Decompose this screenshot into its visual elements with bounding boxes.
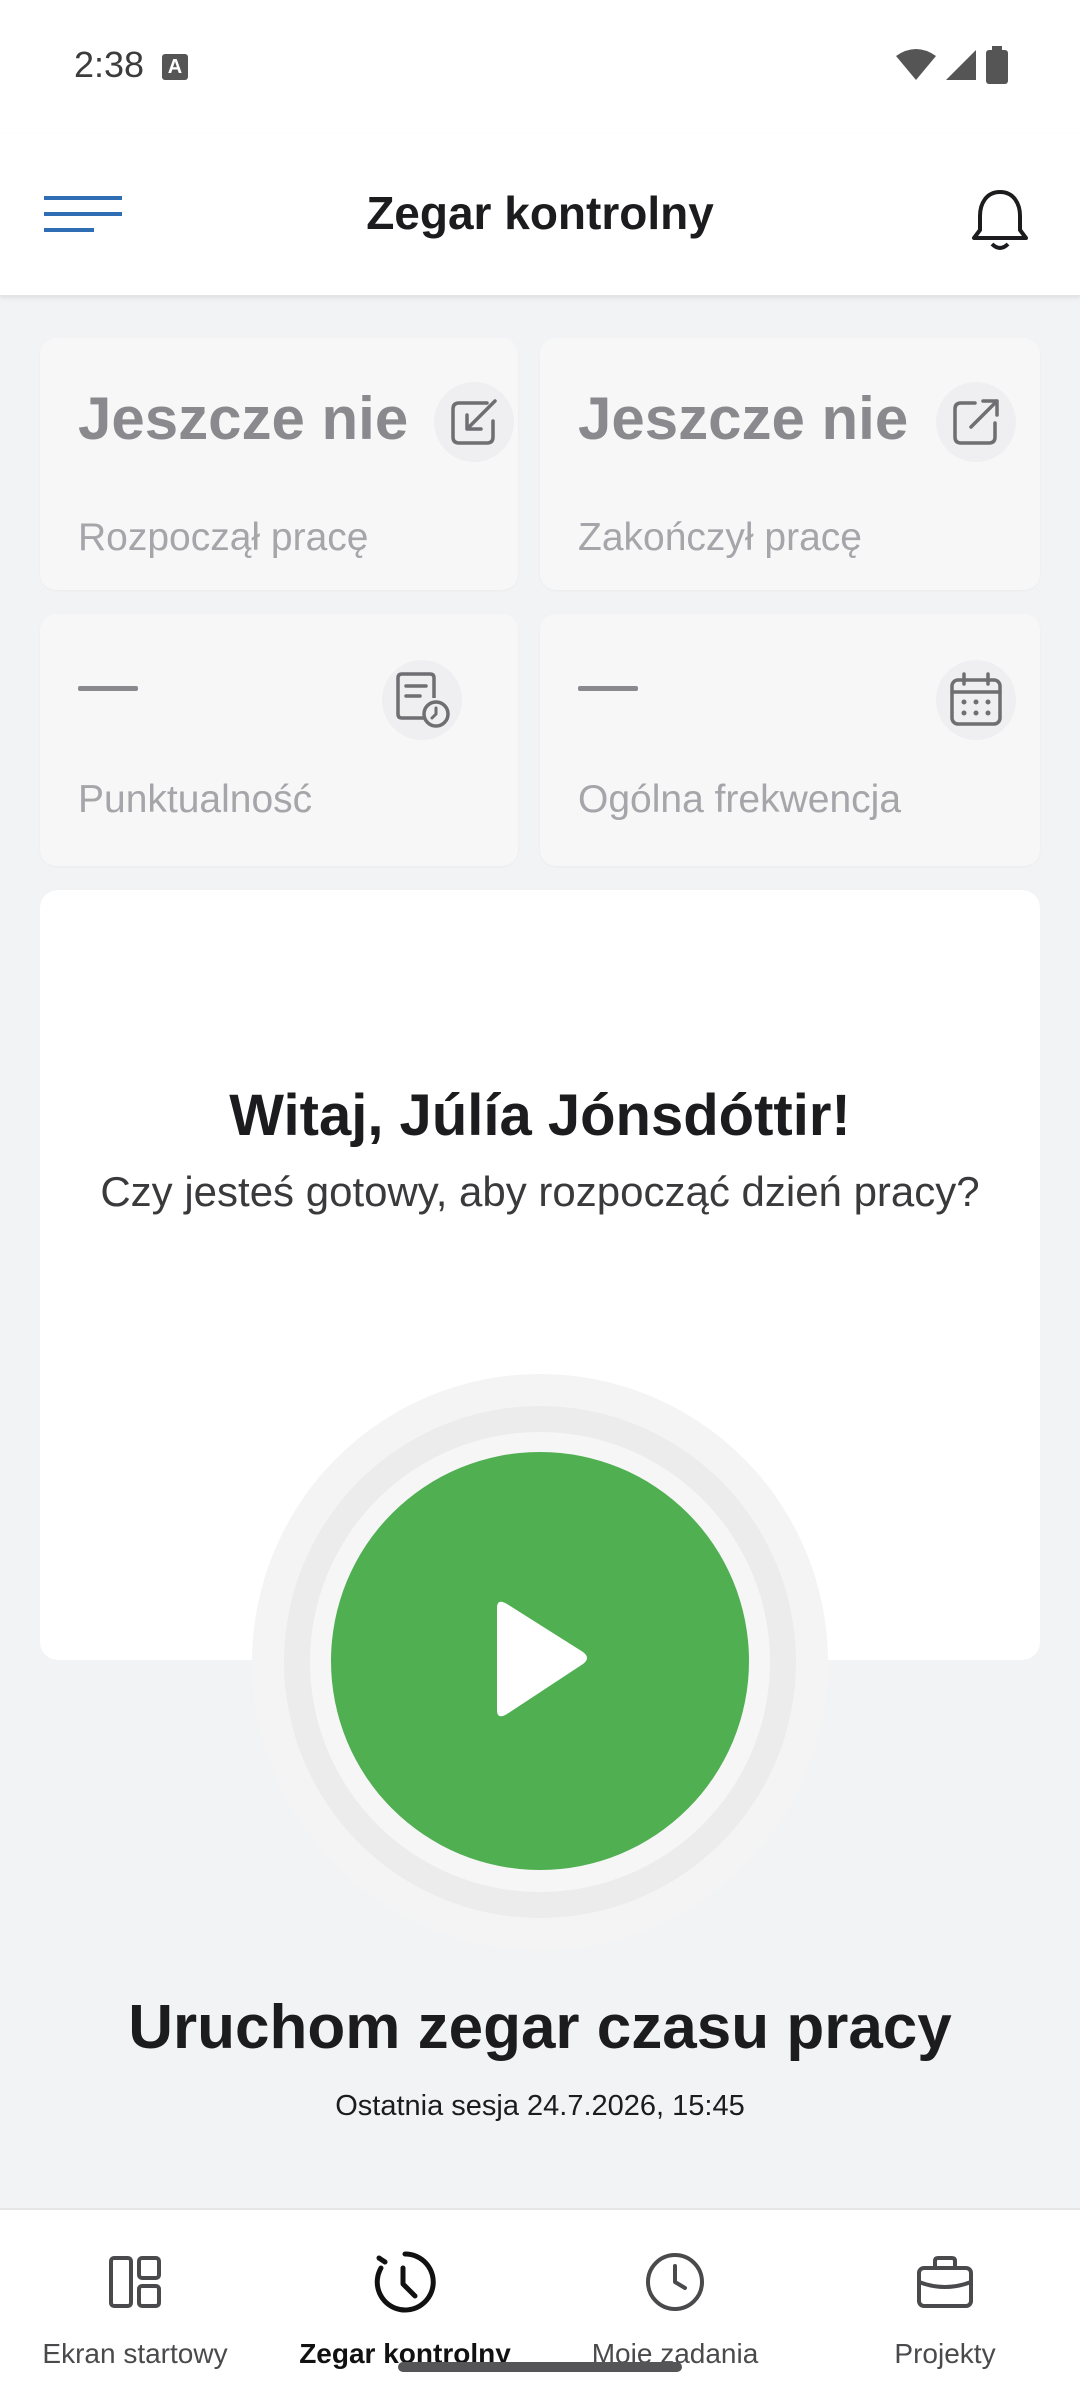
stat-label: Punktualność	[78, 778, 313, 821]
status-bar: 2:38 A	[0, 0, 1080, 134]
notification-icon: A	[162, 54, 188, 80]
stat-value	[78, 686, 138, 691]
start-clock-button[interactable]	[331, 1452, 749, 1870]
nav-label: Ekran startowy	[42, 2338, 228, 2369]
welcome-title: Witaj, Júlía Jónsdóttir!	[229, 1083, 851, 1148]
page-title: Zegar kontrolny	[366, 187, 714, 239]
signal-icon	[946, 50, 976, 80]
last-session-text: Ostatnia sesja 24.7.2026, 15:45	[335, 2090, 745, 2122]
document-clock-icon	[382, 660, 462, 740]
nav-item-projects[interactable]: Projekty	[810, 2210, 1080, 2400]
stat-label: Ogólna frekwencja	[578, 778, 902, 821]
clock-icon	[374, 2251, 436, 2313]
app-bar: Zegar kontrolny	[0, 134, 1080, 296]
status-icons	[896, 46, 1008, 84]
arrow-up-right-box-icon	[936, 382, 1016, 462]
stat-label: Rozpoczął pracę	[78, 516, 369, 559]
stat-label: Zakończył pracę	[578, 516, 862, 559]
stat-card-ended: Jeszcze nie Zakończył pracę	[540, 338, 1040, 590]
clock-outline-icon	[646, 2253, 704, 2311]
home-indicator[interactable]	[398, 2362, 682, 2372]
dashboard-icon	[109, 2256, 161, 2308]
bell-icon	[972, 190, 1028, 250]
nav-label: Projekty	[894, 2338, 996, 2369]
stat-card-punctuality: Punktualność	[40, 614, 518, 866]
battery-icon	[986, 46, 1008, 84]
stat-value: Jeszcze nie	[578, 385, 909, 452]
stat-card-attendance: Ogólna frekwencja	[540, 614, 1040, 866]
arrow-down-left-box-icon	[434, 382, 514, 462]
wifi-icon	[896, 49, 936, 80]
stat-card-started: Jeszcze nie Rozpoczął pracę	[40, 338, 518, 590]
notifications-button[interactable]	[968, 184, 1032, 254]
play-icon	[497, 1601, 587, 1717]
calendar-icon	[936, 660, 1016, 740]
nav-item-home[interactable]: Ekran startowy	[0, 2210, 270, 2400]
status-time: 2:38	[74, 44, 145, 85]
start-clock-label: Uruchom zegar czasu pracy	[128, 1993, 952, 2062]
briefcase-icon	[917, 2256, 973, 2308]
stat-value	[578, 686, 638, 691]
welcome-subtitle: Czy jesteś gotowy, aby rozpocząć dzień p…	[100, 1168, 980, 1215]
stat-value: Jeszcze nie	[78, 385, 409, 452]
